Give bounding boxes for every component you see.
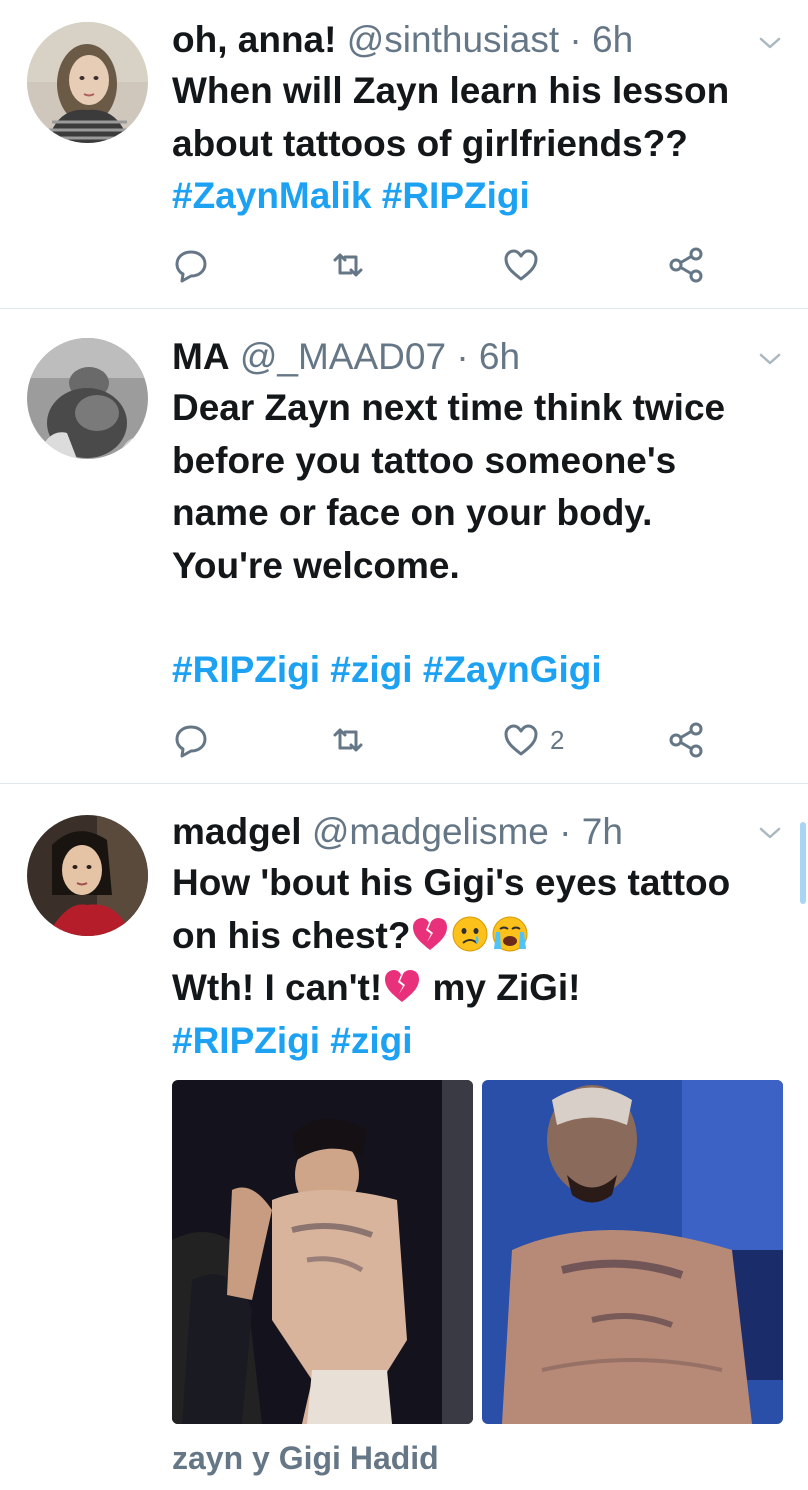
hashtags[interactable]: #ZaynMalik #RIPZigi xyxy=(172,170,772,223)
like-button[interactable] xyxy=(502,240,550,290)
like-count: 2 xyxy=(550,724,565,755)
chevron-down-icon[interactable] xyxy=(755,818,785,848)
like-button[interactable]: 2 xyxy=(502,715,564,765)
tweet-text-line: name or face on your body. xyxy=(172,492,653,533)
media-caption[interactable]: zayn y Gigi Hadid xyxy=(172,1440,439,1477)
tweet-text-fragment: Wth! I can't! xyxy=(172,967,383,1008)
broken-heart-emoji xyxy=(385,970,420,1002)
reply-button[interactable] xyxy=(172,715,210,765)
media-image-2[interactable] xyxy=(482,1080,783,1424)
reply-icon xyxy=(175,725,207,758)
share-icon xyxy=(669,247,703,283)
tweet-header: madgel @madgelisme · 7h xyxy=(172,810,623,854)
display-name[interactable]: madgel xyxy=(172,811,302,852)
share-button[interactable] xyxy=(667,240,705,290)
timestamp[interactable]: 6h xyxy=(479,336,520,377)
avatar[interactable] xyxy=(27,815,148,936)
handle[interactable]: @madgelisme xyxy=(312,811,549,852)
chevron-down-icon[interactable] xyxy=(755,28,785,58)
crying-face-emoji xyxy=(452,916,488,951)
tweet-actions: 2 xyxy=(172,715,772,765)
tweet-text-line: You're welcome. xyxy=(172,544,460,586)
share-icon xyxy=(669,722,703,758)
retweet-button[interactable] xyxy=(329,240,367,290)
share-button[interactable] xyxy=(667,715,705,765)
tweet-text-line: When will Zayn learn his lesson xyxy=(172,70,730,111)
like-icon xyxy=(504,724,538,756)
tweet-header: MA @_MAAD07 · 6h xyxy=(172,335,520,379)
separator: · xyxy=(569,19,582,60)
reply-button[interactable] xyxy=(172,240,210,290)
display-name[interactable]: MA xyxy=(172,336,230,377)
tweet-text-fragment: my ZiGi! xyxy=(422,967,581,1008)
tweet-text-line: Dear Zayn next time think twice xyxy=(172,387,726,428)
handle[interactable]: @sinthusiast xyxy=(347,19,559,60)
hashtags[interactable]: #RIPZigi #zigi xyxy=(172,1015,772,1068)
retweet-icon xyxy=(333,253,363,277)
avatar[interactable] xyxy=(27,338,148,459)
handle[interactable]: @_MAAD07 xyxy=(240,336,446,377)
broken-heart-emoji xyxy=(413,917,448,950)
separator: · xyxy=(559,811,572,852)
tweet-actions xyxy=(172,240,772,290)
tweet-text-line: on his chest? xyxy=(172,910,772,963)
chevron-down-icon[interactable] xyxy=(755,344,785,374)
divider xyxy=(0,308,808,309)
timestamp[interactable]: 7h xyxy=(582,811,623,852)
reply-icon xyxy=(175,250,207,283)
like-icon xyxy=(504,249,538,281)
avatar[interactable] xyxy=(27,22,148,143)
divider xyxy=(0,783,808,784)
hashtags[interactable]: #RIPZigi #zigi #ZaynGigi xyxy=(172,644,772,697)
tweet-text: When will Zayn learn his lesson about ta… xyxy=(172,65,772,223)
loudly-crying-face-emoji xyxy=(492,916,528,951)
separator: · xyxy=(456,336,469,377)
tweet-text-line: How 'bout his Gigi's eyes tattoo xyxy=(172,862,731,903)
tweet-text-line: Wth! I can't! my ZiGi! xyxy=(172,962,772,1015)
tweet-text: How 'bout his Gigi's eyes tattoo on his … xyxy=(172,857,772,1067)
tweet-text-line: about tattoos of girlfriends?? xyxy=(172,122,688,164)
tweet-text-fragment: on his chest? xyxy=(172,914,411,956)
retweet-button[interactable] xyxy=(329,715,367,765)
timestamp[interactable]: 6h xyxy=(592,19,633,60)
tweet-text-line: before you tattoo someone's xyxy=(172,439,677,481)
display-name[interactable]: oh, anna! xyxy=(172,19,336,60)
tweet-text: Dear Zayn next time think twice before y… xyxy=(172,382,772,697)
retweet-icon xyxy=(333,728,363,752)
media-image-1[interactable] xyxy=(172,1080,473,1424)
tweet-header: oh, anna! @sinthusiast · 6h xyxy=(172,18,633,62)
scrollbar[interactable] xyxy=(800,822,806,904)
